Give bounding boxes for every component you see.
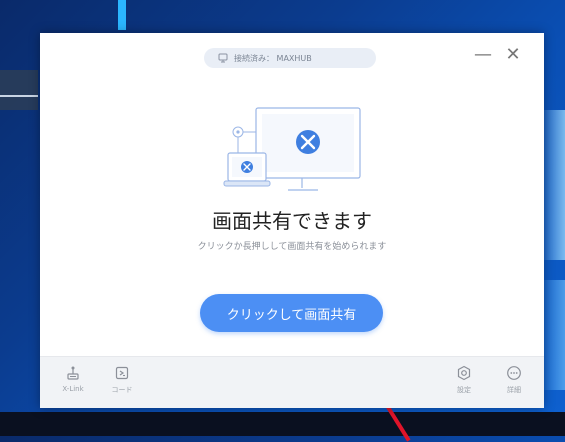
settings-label: 設定 [457,386,471,394]
share-subtitle: クリックか長押しして画面共有を始められます [197,242,387,252]
code-button[interactable]: コード [102,363,142,395]
minimize-button[interactable]: — [473,45,493,65]
xlink-label: X-Link [62,385,84,393]
connection-status-pill: 接続済み： MAXHUB [204,48,376,68]
desktop-light-beam [118,0,126,30]
xlink-icon [67,366,79,380]
xlink-button[interactable]: X-Link [53,363,93,393]
more-button[interactable]: 詳細 [494,363,534,395]
close-button[interactable]: ✕ [503,45,523,65]
monitor-icon [218,53,228,63]
code-label: コード [111,386,133,394]
code-icon [115,366,129,380]
footer-toolbar: X-Link コード 設定 詳細 [40,356,544,408]
settings-icon [457,365,471,381]
more-icon [507,366,521,380]
share-app-window: 接続済み： MAXHUB — ✕ 画面共有できます クリックか長押しして画面共有… [40,33,544,408]
more-label: 詳細 [507,386,521,394]
share-title: 画面共有できます [212,209,372,233]
taskbar [0,412,565,436]
background-window-line [0,95,38,97]
start-share-button[interactable]: クリックして画面共有 [200,294,383,332]
settings-button[interactable]: 設定 [444,363,484,395]
connection-status-text: 接続済み： MAXHUB [234,53,312,63]
background-window-edge [0,70,38,110]
screen-share-illustration [223,107,361,191]
